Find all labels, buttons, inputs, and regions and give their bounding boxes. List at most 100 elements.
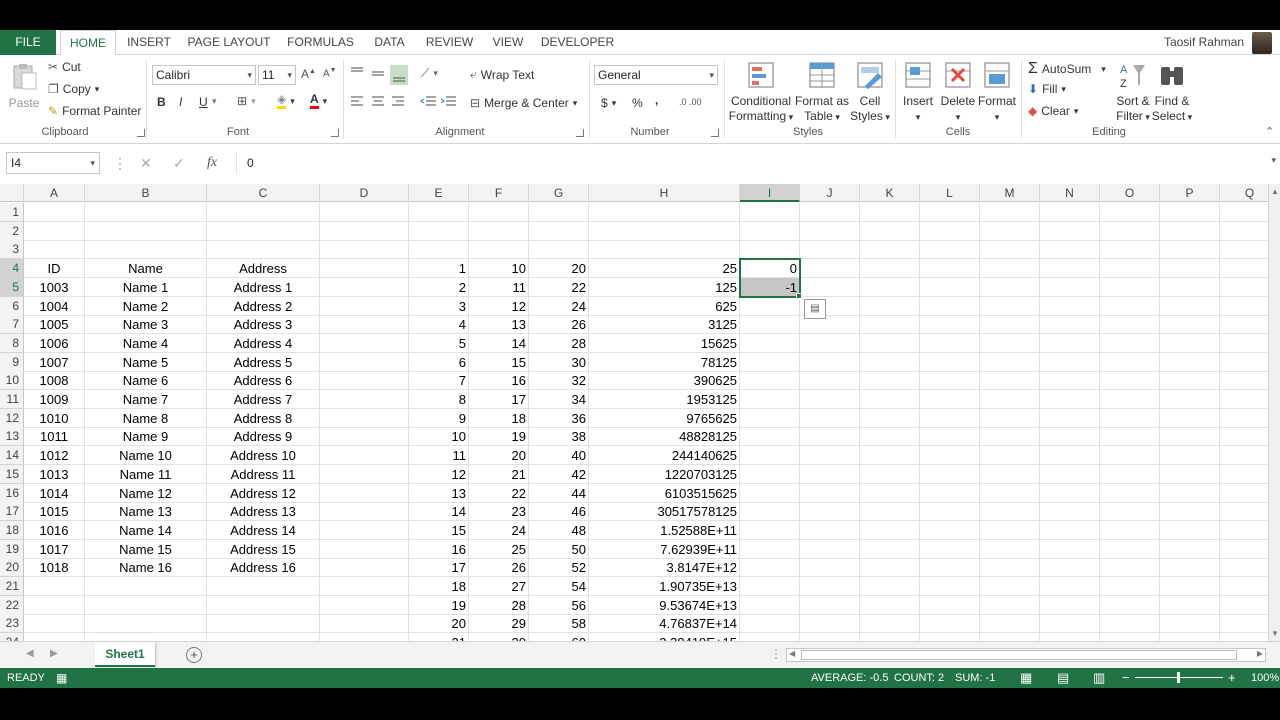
prev-sheet-icon[interactable]: ◀: [26, 648, 34, 659]
cell-i[interactable]: [740, 315, 800, 334]
cell-d[interactable]: [320, 259, 409, 278]
cell-q[interactable]: [1220, 577, 1268, 596]
zoom-in-icon[interactable]: +: [1228, 668, 1236, 688]
cell-j[interactable]: [800, 203, 860, 222]
cell-q[interactable]: [1220, 427, 1268, 446]
cell-j[interactable]: [800, 558, 860, 577]
cell-q[interactable]: [1220, 614, 1268, 633]
cell-p[interactable]: [1160, 203, 1220, 222]
cell-q[interactable]: [1220, 297, 1268, 316]
column-header-m[interactable]: M: [980, 184, 1040, 202]
column-header-i[interactable]: I: [740, 184, 800, 202]
cell-c[interactable]: Address 11: [207, 465, 320, 484]
cell-q[interactable]: [1220, 540, 1268, 559]
cell-a[interactable]: 1012: [24, 446, 85, 465]
cell-m[interactable]: [980, 446, 1040, 465]
cell-a[interactable]: 1006: [24, 334, 85, 353]
cell-g[interactable]: [529, 240, 589, 259]
cell-q[interactable]: [1220, 521, 1268, 540]
font-name-select[interactable]: Calibri: [152, 65, 256, 85]
cell-h[interactable]: 9.53674E+13: [589, 596, 740, 615]
cell-p[interactable]: [1160, 614, 1220, 633]
cell-p[interactable]: [1160, 502, 1220, 521]
cell-b[interactable]: [85, 633, 207, 641]
row-header[interactable]: 12: [0, 409, 24, 428]
cell-k[interactable]: [860, 297, 920, 316]
tab-data[interactable]: DATA: [367, 30, 412, 55]
cell-h[interactable]: 125: [589, 278, 740, 297]
cell-k[interactable]: [860, 521, 920, 540]
cell-q[interactable]: [1220, 465, 1268, 484]
cell-j[interactable]: [800, 540, 860, 559]
cell-n[interactable]: [1040, 427, 1100, 446]
cell-c[interactable]: Address 15: [207, 540, 320, 559]
cell-o[interactable]: [1100, 278, 1160, 297]
cell-d[interactable]: [320, 278, 409, 297]
cell-l[interactable]: [920, 558, 980, 577]
cell-i[interactable]: [740, 353, 800, 372]
row-header[interactable]: 20: [0, 558, 24, 577]
cell-l[interactable]: [920, 240, 980, 259]
cell-a[interactable]: 1009: [24, 390, 85, 409]
cell-styles-button[interactable]: Cell Styles ▾: [850, 59, 890, 125]
increase-decimal-button[interactable]: .0 .00: [679, 97, 702, 107]
cell-q[interactable]: [1220, 558, 1268, 577]
cell-a[interactable]: 1017: [24, 540, 85, 559]
cell-h[interactable]: 48828125: [589, 427, 740, 446]
cell-d[interactable]: [320, 577, 409, 596]
cell-k[interactable]: [860, 222, 920, 241]
splitter-icon[interactable]: ⋮: [770, 647, 782, 661]
cell-q[interactable]: [1220, 334, 1268, 353]
cell-i[interactable]: [740, 334, 800, 353]
column-header-k[interactable]: K: [860, 184, 920, 202]
cell-b[interactable]: Name 8: [85, 409, 207, 428]
column-header-q[interactable]: Q: [1220, 184, 1268, 202]
cell-p[interactable]: [1160, 353, 1220, 372]
cell-k[interactable]: [860, 203, 920, 222]
cell-a[interactable]: [24, 203, 85, 222]
cell-k[interactable]: [860, 390, 920, 409]
cell-o[interactable]: [1100, 203, 1160, 222]
cell-q[interactable]: [1220, 259, 1268, 278]
cell-a[interactable]: 1015: [24, 502, 85, 521]
cell-l[interactable]: [920, 446, 980, 465]
scroll-down-icon[interactable]: ▼: [1271, 629, 1279, 638]
cell-c[interactable]: Address 5: [207, 353, 320, 372]
cell-m[interactable]: [980, 259, 1040, 278]
cell-m[interactable]: [980, 297, 1040, 316]
cell-d[interactable]: [320, 315, 409, 334]
cell-f[interactable]: 24: [469, 521, 529, 540]
cell-h[interactable]: 25: [589, 259, 740, 278]
tab-view[interactable]: VIEW: [487, 30, 529, 55]
cell-q[interactable]: [1220, 353, 1268, 372]
cell-g[interactable]: [529, 222, 589, 241]
cell-h[interactable]: 6103515625: [589, 484, 740, 503]
cell-g[interactable]: 58: [529, 614, 589, 633]
cell-f[interactable]: 25: [469, 540, 529, 559]
cell-h[interactable]: 244140625: [589, 446, 740, 465]
cell-f[interactable]: 23: [469, 502, 529, 521]
cell-n[interactable]: [1040, 371, 1100, 390]
cell-a[interactable]: 1005: [24, 315, 85, 334]
cell-h[interactable]: 15625: [589, 334, 740, 353]
cell-h[interactable]: 4.76837E+14: [589, 614, 740, 633]
cell-i[interactable]: [740, 203, 800, 222]
row-header[interactable]: 10: [0, 371, 24, 390]
cell-p[interactable]: [1160, 297, 1220, 316]
row-header[interactable]: 16: [0, 484, 24, 503]
cell-b[interactable]: Name 6: [85, 371, 207, 390]
cell-a[interactable]: 1018: [24, 558, 85, 577]
cell-g[interactable]: 52: [529, 558, 589, 577]
cell-c[interactable]: Address 10: [207, 446, 320, 465]
cell-a[interactable]: 1007: [24, 353, 85, 372]
cell-e[interactable]: 13: [409, 484, 469, 503]
cell-o[interactable]: [1100, 315, 1160, 334]
cell-j[interactable]: [800, 614, 860, 633]
cell-h[interactable]: 1.52588E+11: [589, 521, 740, 540]
cell-i[interactable]: [740, 465, 800, 484]
row-header[interactable]: 11: [0, 390, 24, 409]
cell-f[interactable]: 16: [469, 371, 529, 390]
cell-m[interactable]: [980, 278, 1040, 297]
cell-f[interactable]: 27: [469, 577, 529, 596]
cell-d[interactable]: [320, 502, 409, 521]
